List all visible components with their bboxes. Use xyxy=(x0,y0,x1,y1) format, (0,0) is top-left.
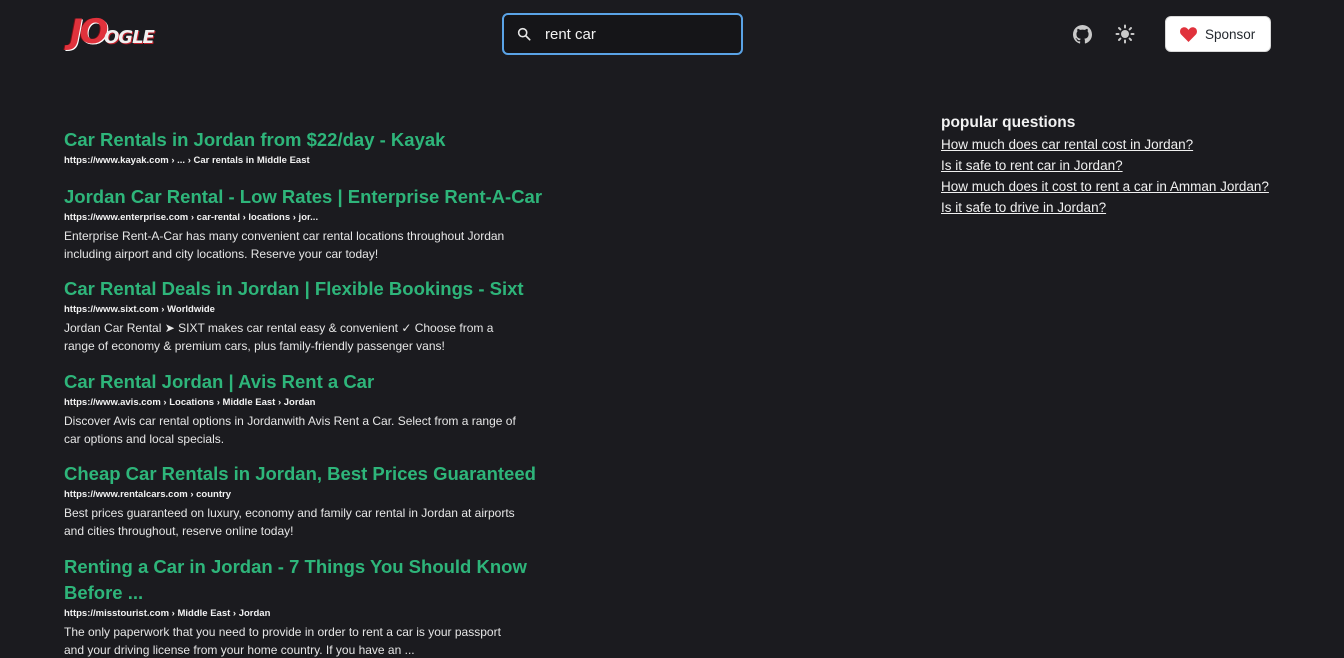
result-snippet: Enterprise Rent-A-Car has many convenien… xyxy=(64,229,505,261)
result-url: https://www.sixt.com › Worldwide xyxy=(64,304,215,315)
result-snippet: Jordan Car Rental ➤ SIXT makes car renta… xyxy=(64,321,494,353)
result-url: https://www.enterprise.com › car-rental … xyxy=(64,212,319,223)
search-box[interactable] xyxy=(502,13,743,55)
search-results-page: JO OGLE Sponsor xyxy=(0,0,1344,658)
search-result: Car Rental Deals in Jordan | Flexible Bo… xyxy=(64,276,624,355)
result-title-link[interactable]: Cheap Car Rentals in Jordan, Best Prices… xyxy=(64,461,624,487)
result-snippet: The only paperwork that you need to prov… xyxy=(64,625,501,657)
question-link[interactable]: Is it safe to rent car in Jordan? xyxy=(941,155,1321,176)
result-url: https://www.rentalcars.com › country xyxy=(64,489,231,500)
result-title-link[interactable]: Jordan Car Rental - Low Rates | Enterpri… xyxy=(64,184,624,210)
question-link[interactable]: Is it safe to drive in Jordan? xyxy=(941,197,1321,218)
search-result: Renting a Car in Jordan - 7 Things You S… xyxy=(64,554,569,658)
search-result: Jordan Car Rental - Low Rates | Enterpri… xyxy=(64,184,624,263)
result-snippet: Best prices guaranteed on luxury, econom… xyxy=(64,506,515,538)
github-icon[interactable] xyxy=(1073,25,1092,44)
result-title-link[interactable]: Renting a Car in Jordan - 7 Things You S… xyxy=(64,554,569,606)
result-title-link[interactable]: Car Rental Jordan | Avis Rent a Car xyxy=(64,369,624,395)
sponsor-button[interactable]: Sponsor xyxy=(1165,16,1271,52)
result-title-link[interactable]: Car Rentals in Jordan from $22/day - Kay… xyxy=(64,127,624,153)
search-result: Car Rental Jordan | Avis Rent a Car http… xyxy=(64,369,624,448)
result-title-link[interactable]: Car Rental Deals in Jordan | Flexible Bo… xyxy=(64,276,624,302)
question-link[interactable]: How much does it cost to rent a car in A… xyxy=(941,176,1321,197)
popular-questions-title: popular questions xyxy=(941,114,1076,131)
result-url: https://misstourist.com › Middle East › … xyxy=(64,608,271,619)
sponsor-label: Sponsor xyxy=(1205,27,1256,42)
result-url: https://www.avis.com › Locations › Middl… xyxy=(64,397,316,408)
result-url: https://www.kayak.com › ... › Car rental… xyxy=(64,155,310,166)
logo-suffix-text: OGLE xyxy=(104,27,155,48)
logo[interactable]: JO OGLE xyxy=(70,12,160,54)
search-result: Car Rentals in Jordan from $22/day - Kay… xyxy=(64,127,624,168)
popular-questions-panel: popular questions How much does car rent… xyxy=(941,112,1321,218)
search-icon xyxy=(517,27,531,41)
logo-main-text: JO xyxy=(70,12,109,52)
question-link[interactable]: How much does car rental cost in Jordan? xyxy=(941,134,1321,155)
sun-icon[interactable] xyxy=(1115,24,1135,44)
heart-icon xyxy=(1180,27,1197,42)
result-snippet: Discover Avis car rental options in Jord… xyxy=(64,414,516,446)
search-input[interactable] xyxy=(545,23,730,45)
search-result: Cheap Car Rentals in Jordan, Best Prices… xyxy=(64,461,624,540)
